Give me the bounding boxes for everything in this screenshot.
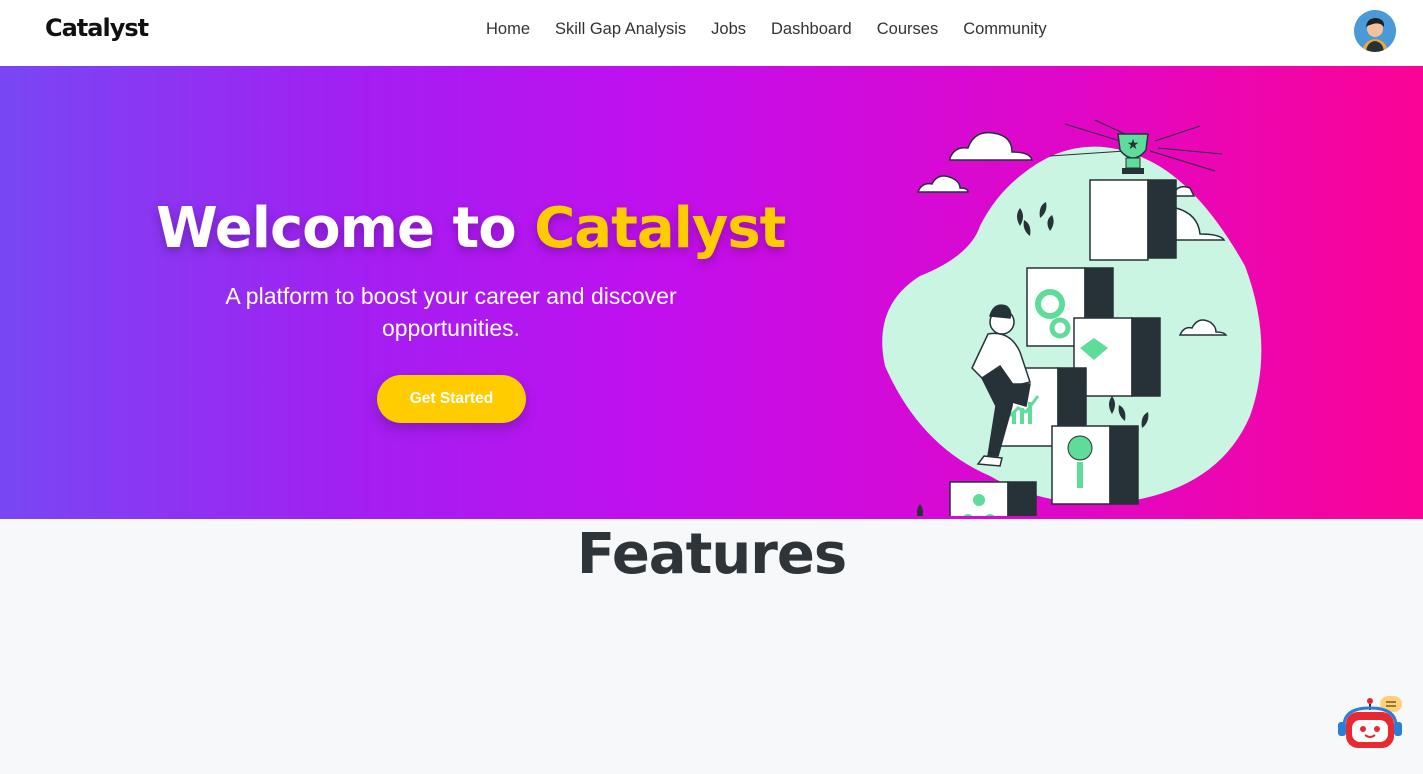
nav-item-home[interactable]: Home — [486, 20, 530, 39]
hero-title: Welcome to Catalyst — [156, 196, 786, 261]
features-title: Features — [576, 522, 847, 587]
robot-icon — [1338, 696, 1402, 748]
brand-logo[interactable]: Catalyst — [45, 14, 149, 42]
nav-item-dashboard[interactable]: Dashboard — [771, 20, 852, 39]
hero-title-prefix: Welcome to — [156, 196, 535, 261]
user-avatar[interactable] — [1354, 10, 1396, 52]
nav-item-skill-gap-analysis[interactable]: Skill Gap Analysis — [555, 20, 686, 39]
chatbot-button[interactable] — [1336, 694, 1404, 754]
navbar: Catalyst Home Skill Gap Analysis Jobs Da… — [0, 0, 1423, 66]
hero-title-accent: Catalyst — [534, 196, 786, 261]
nav-links: Home Skill Gap Analysis Jobs Dashboard C… — [486, 20, 1072, 39]
get-started-button[interactable]: Get Started — [377, 375, 526, 423]
nav-item-courses[interactable]: Courses — [877, 20, 938, 39]
nav-item-community[interactable]: Community — [963, 20, 1046, 39]
hero-section: Welcome to Catalyst A platform to boost … — [0, 66, 1423, 519]
career-ladder-illustration: ★ — [882, 119, 1262, 516]
hero-subtitle: A platform to boost your career and disc… — [225, 283, 677, 341]
svg-text:★: ★ — [1127, 137, 1140, 153]
avatar-icon — [1354, 10, 1396, 52]
nav-item-jobs[interactable]: Jobs — [711, 20, 746, 39]
